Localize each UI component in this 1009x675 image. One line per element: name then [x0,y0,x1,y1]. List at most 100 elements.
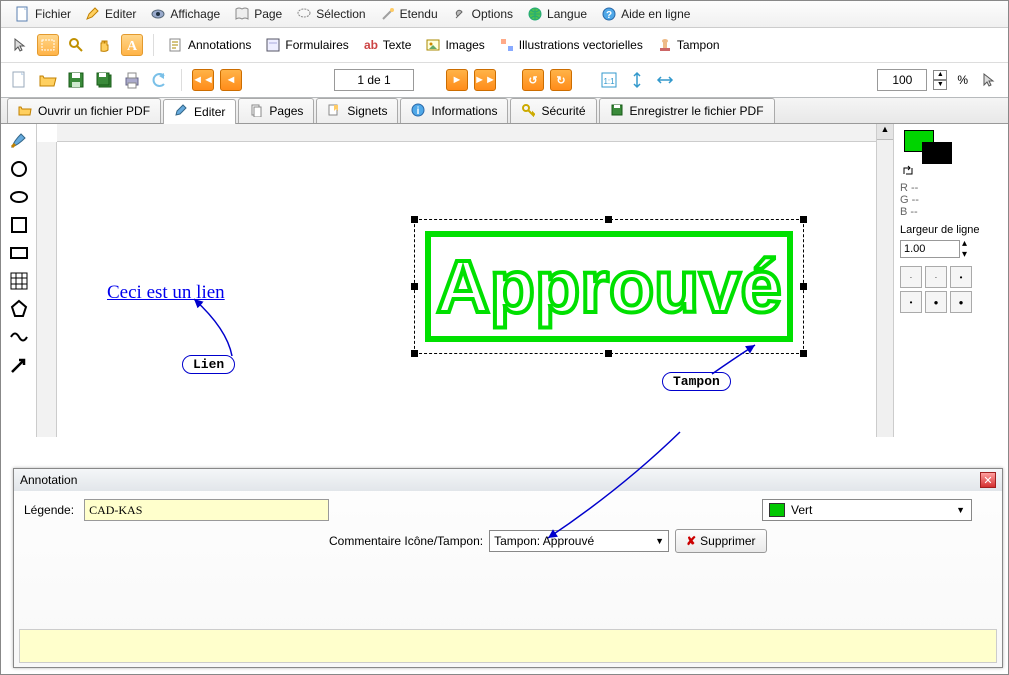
page-view[interactable]: Ceci est un lien Lien Approuvé Tampon [57,142,893,437]
menu-selection[interactable]: Sélection [290,4,371,24]
menu-editer[interactable]: Editer [79,4,142,24]
prev-page-button[interactable]: ◄ [220,69,242,91]
rect-select-tool[interactable] [37,34,59,56]
save-all-button[interactable] [93,69,115,91]
scrollbar-vertical[interactable]: ▲ [876,124,893,437]
chevron-down-icon: ▼ [950,505,971,515]
group-images[interactable]: Images [421,35,488,55]
group-texte[interactable]: abTexte [359,35,416,55]
style-6[interactable]: ● [950,291,972,313]
tab-editer[interactable]: Editer [163,99,236,124]
group-formulaires[interactable]: Formulaires [261,35,352,55]
wave-tool[interactable] [8,326,30,348]
ellipse-tool[interactable] [8,186,30,208]
background-swatch[interactable] [922,142,952,164]
color-combo[interactable]: Vert ▼ [762,499,972,521]
svg-text:A: A [127,39,138,53]
menu-langue[interactable]: Langue [521,4,593,24]
group-illustrations[interactable]: Illustrations vectorielles [495,35,647,55]
cursor-tool[interactable] [9,34,31,56]
close-button[interactable]: ✕ [980,472,996,488]
lw-down[interactable]: ▾ [962,249,967,260]
zoom-up[interactable]: ▲ [933,70,947,80]
open-button[interactable] [37,69,59,91]
menu-aide[interactable]: ? Aide en ligne [595,4,696,24]
style-1[interactable]: · [900,266,922,288]
link-text[interactable]: Ceci est un lien [107,282,225,304]
zoom-tool[interactable] [65,34,87,56]
undo-button[interactable] [149,69,171,91]
circle-tool[interactable] [8,158,30,180]
tab-securite[interactable]: Sécurité [510,98,596,123]
fit-width-button[interactable] [654,69,676,91]
tab-informations[interactable]: iInformations [400,98,508,123]
print-button[interactable] [121,69,143,91]
wrench-icon [452,6,468,22]
save-button[interactable] [65,69,87,91]
polygon-tool[interactable] [8,298,30,320]
last-page-button[interactable]: ►► [474,69,496,91]
hand-tool[interactable] [93,34,115,56]
menu-options[interactable]: Options [446,4,519,24]
key-icon [521,103,537,119]
menu-etendu[interactable]: Etendu [374,4,444,24]
stamp-approuve[interactable]: Approuvé [424,230,794,343]
pencil-icon [85,6,101,22]
zoom-down[interactable]: ▼ [933,80,947,90]
cursor-icon[interactable] [978,69,1000,91]
help-icon: ? [601,6,617,22]
linewidth-label: Largeur de ligne [900,224,1002,236]
menu-label: Aide en ligne [621,7,690,21]
legend-input[interactable] [84,499,329,521]
tab-label: Editer [194,105,225,119]
fit-page-button[interactable]: 1:1 [598,69,620,91]
menu-affichage[interactable]: Affichage [144,4,226,24]
tab-pages[interactable]: Pages [238,98,314,123]
page-input[interactable] [334,69,414,91]
delete-label: Supprimer [700,534,755,548]
stamp-combo[interactable]: Tampon: Approuvé ▼ [489,530,669,552]
workarea: Ceci est un lien Lien Approuvé Tampon [1,124,1008,437]
menu-label: Langue [547,7,587,21]
lw-up[interactable]: ▴ [962,238,967,249]
rotate-ccw-button[interactable]: ↺ [522,69,544,91]
delete-button[interactable]: ✘ Supprimer [675,529,766,553]
grid-tool[interactable] [8,270,30,292]
scroll-up[interactable]: ▲ [877,124,893,140]
style-5[interactable]: ● [925,291,947,313]
menu-label: Options [472,7,513,21]
tab-enregistrer[interactable]: Enregistrer le fichier PDF [599,98,775,123]
wand-icon [380,6,396,22]
group-label: Annotations [188,38,251,52]
zoom-input[interactable] [877,69,927,91]
ruler-vertical [37,142,57,437]
style-2[interactable]: · [925,266,947,288]
zoom-percent-label: % [957,73,968,87]
rect-tool[interactable] [8,242,30,264]
style-4[interactable]: • [900,291,922,313]
linewidth-input[interactable] [900,240,960,258]
canvas[interactable]: Ceci est un lien Lien Approuvé Tampon [37,124,893,437]
tab-label: Ouvrir un fichier PDF [38,104,150,118]
new-doc-button[interactable] [9,69,31,91]
menu-label: Page [254,7,282,21]
line-style-grid: · · • • ● ● [900,266,1002,313]
fit-height-button[interactable] [626,69,648,91]
arrow-tool[interactable] [8,354,30,376]
swap-colors-icon[interactable] [902,164,916,178]
first-page-button[interactable]: ◄◄ [192,69,214,91]
style-3[interactable]: • [950,266,972,288]
rotate-cw-button[interactable]: ↻ [550,69,572,91]
text-tool[interactable]: A [121,34,143,56]
group-annotations[interactable]: Annotations [164,35,255,55]
tab-ouvrir[interactable]: Ouvrir un fichier PDF [7,98,161,123]
doc-icon [15,6,31,22]
brush-tool[interactable] [8,130,30,152]
svg-text:Approuvé: Approuvé [436,245,781,328]
menu-fichier[interactable]: Fichier [9,4,77,24]
group-tampon[interactable]: Tampon [653,35,724,55]
tab-signets[interactable]: Signets [316,98,398,123]
next-page-button[interactable]: ► [446,69,468,91]
square-tool[interactable] [8,214,30,236]
menu-page[interactable]: Page [228,4,288,24]
